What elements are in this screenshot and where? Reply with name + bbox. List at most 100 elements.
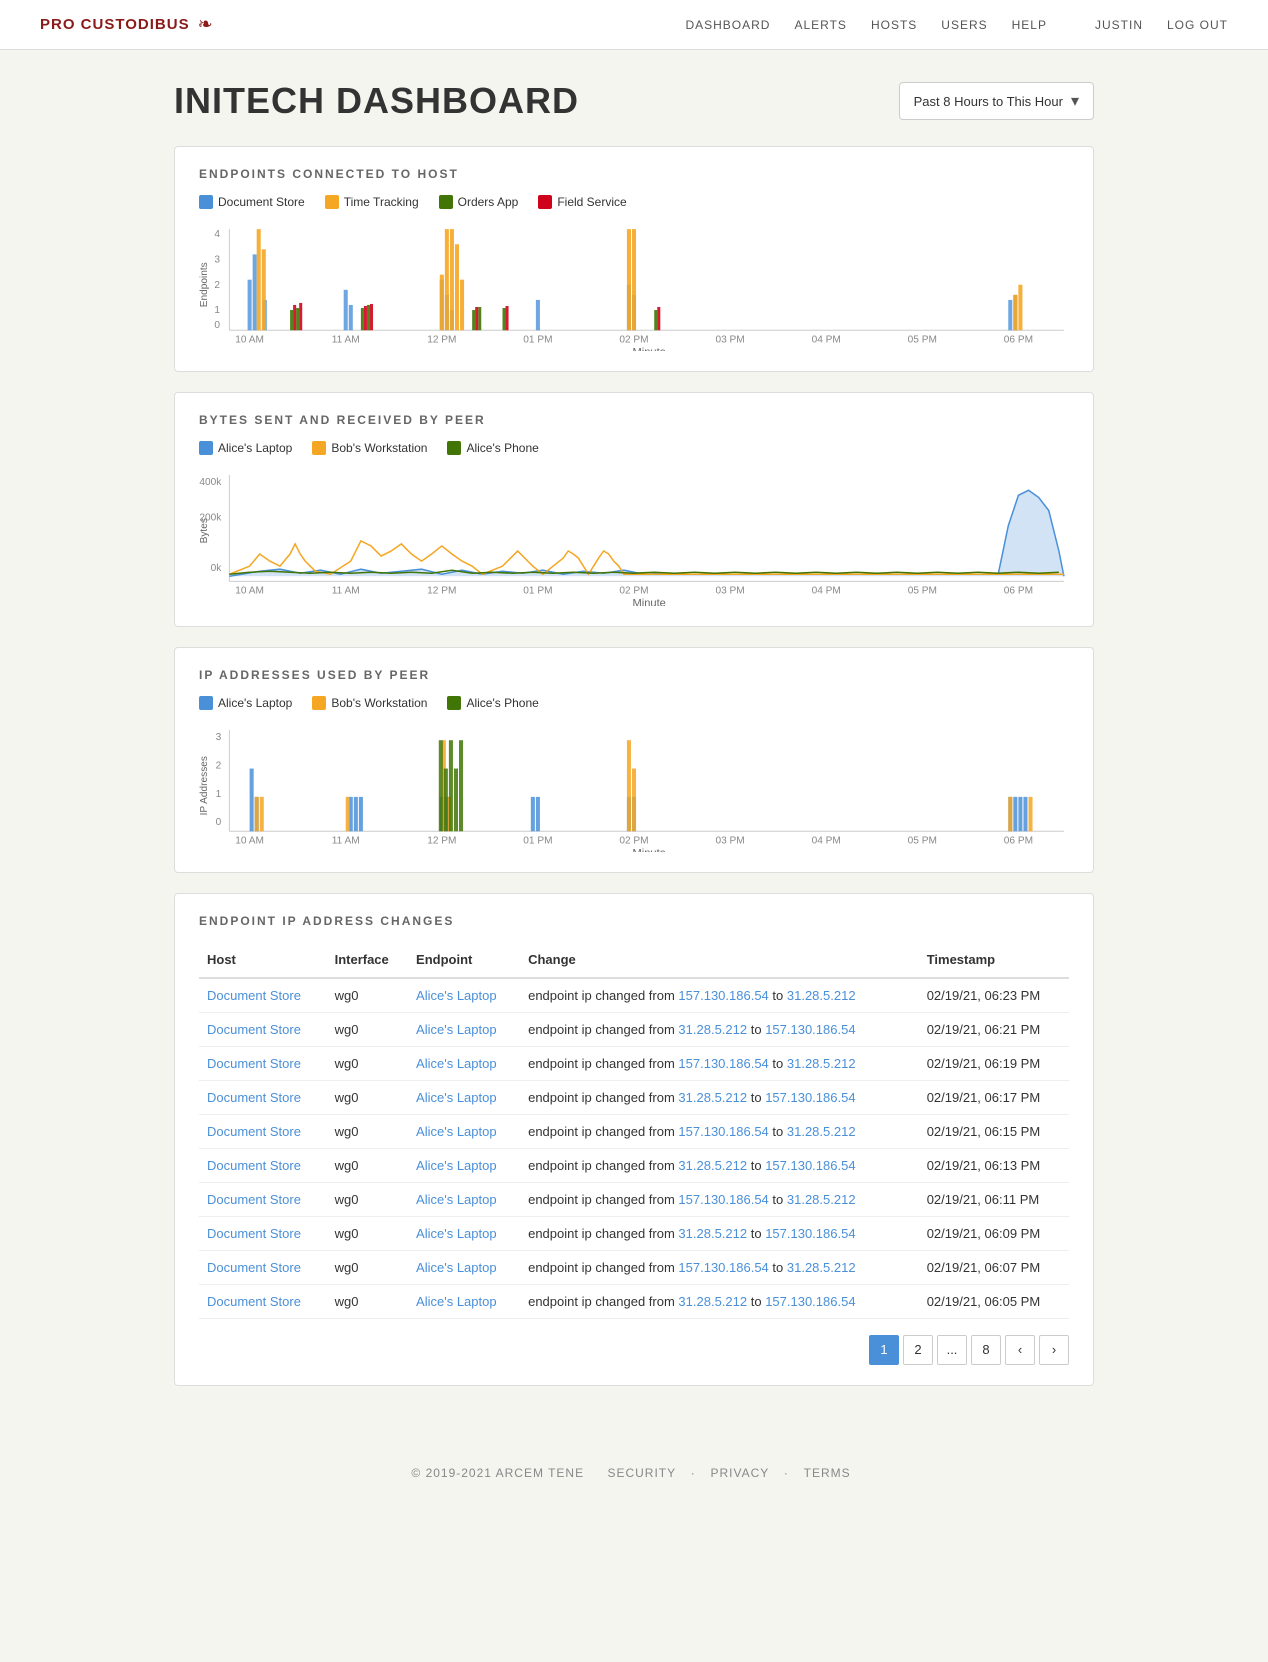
host-link[interactable]: Document Store [207,1056,301,1071]
endpoint-link[interactable]: Alice's Laptop [416,1124,497,1139]
ip1-link[interactable]: 31.28.5.212 [678,1090,747,1105]
ip1-link[interactable]: 31.28.5.212 [678,1226,747,1241]
svg-text:IP Addresses: IP Addresses [199,756,210,815]
nav-help[interactable]: HELP [1012,18,1047,32]
legend-dot-alices-phone [447,441,461,455]
svg-text:Minute: Minute [632,597,665,606]
legend-label-alices-laptop: Alice's Laptop [218,441,292,455]
cell-timestamp: 02/19/21, 06:07 PM [919,1250,1069,1284]
ip2-link[interactable]: 31.28.5.212 [787,1192,856,1207]
cell-change: endpoint ip changed from 31.28.5.212 to … [520,1012,919,1046]
endpoint-link[interactable]: Alice's Laptop [416,1260,497,1275]
legend-ip-bobs-workstation: Bob's Workstation [312,696,427,710]
logo-text: PRO CUSTODIBUS [40,16,190,33]
pagination: 1 2 ... 8 ‹ › [199,1335,1069,1365]
svg-text:Bytes: Bytes [199,518,210,543]
host-link[interactable]: Document Store [207,1226,301,1241]
cell-endpoint: Alice's Laptop [408,1216,520,1250]
endpoints-chart-svg: 4 3 2 1 0 Endpoints 10 AM 11 AM 12 PM 01… [199,219,1069,351]
endpoint-link[interactable]: Alice's Laptop [416,1226,497,1241]
legend-field-service: Field Service [538,195,626,209]
endpoint-link[interactable]: Alice's Laptop [416,988,497,1003]
svg-text:02 PM: 02 PM [619,585,648,596]
footer-terms[interactable]: TERMS [804,1466,851,1480]
col-host: Host [199,942,327,978]
legend-alices-laptop: Alice's Laptop [199,441,292,455]
ip2-link[interactable]: 157.130.186.54 [765,1022,855,1037]
footer: © 2019-2021 ARCEM TENE SECURITY · PRIVAC… [0,1446,1268,1500]
nav-alerts[interactable]: ALERTS [794,18,846,32]
col-change: Change [520,942,919,978]
host-link[interactable]: Document Store [207,1260,301,1275]
table-row: Document Store wg0 Alice's Laptop endpoi… [199,1114,1069,1148]
cell-change: endpoint ip changed from 157.130.186.54 … [520,1182,919,1216]
legend-label-bobs-workstation: Bob's Workstation [331,441,427,455]
ip2-link[interactable]: 157.130.186.54 [765,1294,855,1309]
page-btn-1[interactable]: 1 [869,1335,899,1365]
ip2-link[interactable]: 157.130.186.54 [765,1226,855,1241]
ip2-link[interactable]: 31.28.5.212 [787,1056,856,1071]
ip1-link[interactable]: 31.28.5.212 [678,1294,747,1309]
ip2-link[interactable]: 157.130.186.54 [765,1090,855,1105]
ip1-link[interactable]: 157.130.186.54 [678,1192,768,1207]
host-link[interactable]: Document Store [207,988,301,1003]
cell-interface: wg0 [327,978,408,1013]
legend-label-ip-alices-phone: Alice's Phone [466,696,538,710]
ip1-link[interactable]: 157.130.186.54 [678,1124,768,1139]
endpoint-link[interactable]: Alice's Laptop [416,1090,497,1105]
endpoint-link[interactable]: Alice's Laptop [416,1294,497,1309]
ip1-link[interactable]: 157.130.186.54 [678,1260,768,1275]
page-btn-prev[interactable]: ‹ [1005,1335,1035,1365]
page-btn-8[interactable]: 8 [971,1335,1001,1365]
time-selector[interactable]: Past 8 Hours to This Hour ▾ [899,82,1094,120]
navbar: PRO CUSTODIBUS ❧ DASHBOARD ALERTS HOSTS … [0,0,1268,50]
table-row: Document Store wg0 Alice's Laptop endpoi… [199,1182,1069,1216]
endpoint-link[interactable]: Alice's Laptop [416,1158,497,1173]
ip1-link[interactable]: 31.28.5.212 [678,1022,747,1037]
footer-privacy[interactable]: PRIVACY [710,1466,769,1480]
ip2-link[interactable]: 157.130.186.54 [765,1158,855,1173]
nav-users[interactable]: USERS [941,18,987,32]
footer-security[interactable]: SECURITY [607,1466,676,1480]
table-row: Document Store wg0 Alice's Laptop endpoi… [199,978,1069,1013]
cell-interface: wg0 [327,1080,408,1114]
svg-text:4: 4 [214,229,220,240]
host-link[interactable]: Document Store [207,1158,301,1173]
host-link[interactable]: Document Store [207,1192,301,1207]
host-link[interactable]: Document Store [207,1090,301,1105]
nav-dashboard[interactable]: DASHBOARD [685,18,770,32]
cell-interface: wg0 [327,1216,408,1250]
endpoint-link[interactable]: Alice's Laptop [416,1192,497,1207]
page-btn-next[interactable]: › [1039,1335,1069,1365]
ip1-link[interactable]: 157.130.186.54 [678,1056,768,1071]
endpoint-link[interactable]: Alice's Laptop [416,1056,497,1071]
col-timestamp: Timestamp [919,942,1069,978]
cell-interface: wg0 [327,1284,408,1318]
cell-change: endpoint ip changed from 157.130.186.54 … [520,1114,919,1148]
nav-links: DASHBOARD ALERTS HOSTS USERS HELP JUSTIN… [685,18,1228,32]
svg-text:06 PM: 06 PM [1004,585,1033,596]
endpoint-link[interactable]: Alice's Laptop [416,1022,497,1037]
ip-addresses-title: IP ADDRESSES USED BY PEER [199,668,1069,682]
host-link[interactable]: Document Store [207,1022,301,1037]
svg-text:0k: 0k [211,563,223,574]
table-row: Document Store wg0 Alice's Laptop endpoi… [199,1250,1069,1284]
ip2-link[interactable]: 31.28.5.212 [787,1260,856,1275]
svg-text:10 AM: 10 AM [235,585,264,596]
nav-hosts[interactable]: HOSTS [871,18,917,32]
host-link[interactable]: Document Store [207,1124,301,1139]
ip1-link[interactable]: 157.130.186.54 [678,988,768,1003]
ip2-link[interactable]: 31.28.5.212 [787,1124,856,1139]
ip1-link[interactable]: 31.28.5.212 [678,1158,747,1173]
nav-user[interactable]: JUSTIN [1095,18,1143,32]
nav-logout[interactable]: LOG OUT [1167,18,1228,32]
cell-interface: wg0 [327,1148,408,1182]
svg-text:01 PM: 01 PM [523,836,552,847]
svg-text:03 PM: 03 PM [715,585,744,596]
svg-text:2: 2 [214,280,220,291]
ip-changes-table: Host Interface Endpoint Change Timestamp… [199,942,1069,1319]
ip2-link[interactable]: 31.28.5.212 [787,988,856,1003]
legend-label-orders-app: Orders App [458,195,519,209]
page-btn-2[interactable]: 2 [903,1335,933,1365]
host-link[interactable]: Document Store [207,1294,301,1309]
